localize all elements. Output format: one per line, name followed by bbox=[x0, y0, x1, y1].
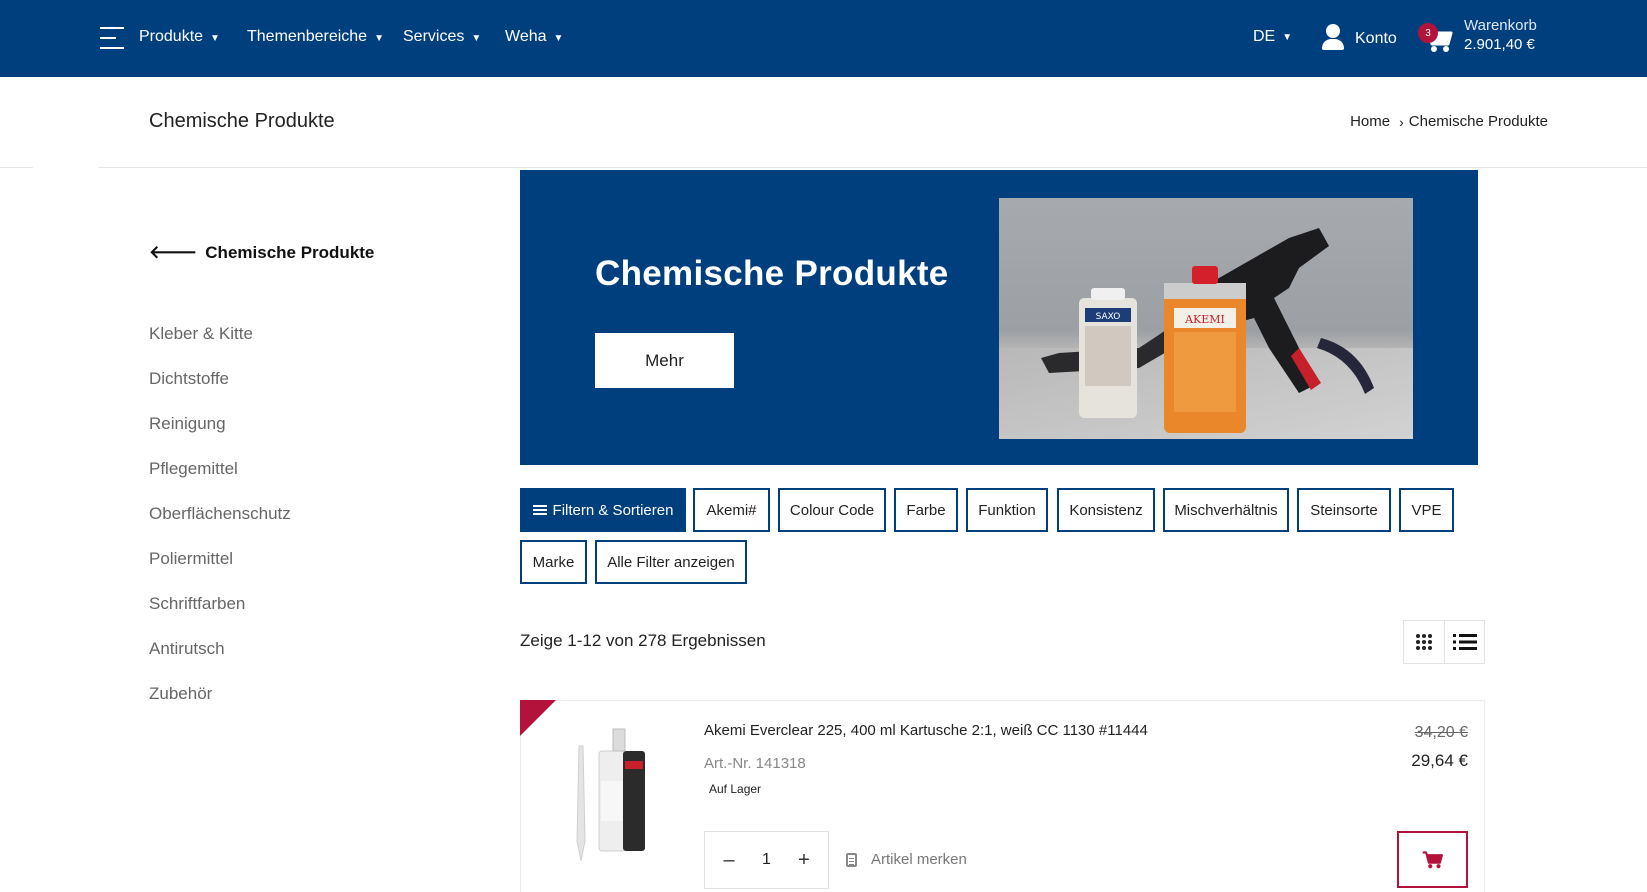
nav-item-label: Themenbereiche bbox=[247, 28, 368, 45]
list-icon bbox=[1452, 634, 1477, 650]
page-header: Chemische Produkte Home › Chemische Prod… bbox=[0, 77, 1647, 168]
sidebar-item-oberflaechenschutz[interactable]: Oberflächenschutz bbox=[149, 501, 291, 546]
breadcrumb-home-link[interactable]: Home bbox=[1350, 113, 1390, 130]
quantity-increase-button[interactable]: + bbox=[789, 849, 819, 872]
chevron-down-icon: ▼ bbox=[471, 32, 482, 44]
akemi-can-label: AKEMI bbox=[1184, 313, 1225, 326]
sidebar-item-schriftfarben[interactable]: Schriftfarben bbox=[149, 591, 291, 636]
article-number: Art.-Nr. 141318 bbox=[704, 755, 806, 772]
bookmark-label: Artikel merken bbox=[871, 851, 967, 868]
add-to-cart-button[interactable] bbox=[1397, 831, 1468, 888]
sale-corner-ribbon bbox=[520, 700, 556, 736]
filter-mischverhaeltnis[interactable]: Mischverhältnis bbox=[1163, 488, 1289, 532]
sidebar-item-antirutsch[interactable]: Antirutsch bbox=[149, 636, 291, 681]
nav-item-services[interactable]: Services ▼ bbox=[403, 28, 481, 46]
nav-item-produkte[interactable]: Produkte ▼ bbox=[139, 28, 220, 46]
filter-steinsorte[interactable]: Steinsorte bbox=[1297, 488, 1391, 532]
nav-item-label: Services bbox=[403, 28, 465, 45]
filter-farbe[interactable]: Farbe bbox=[894, 488, 958, 532]
arrow-left-icon: 🡐 bbox=[149, 242, 198, 262]
chevron-down-icon: ▼ bbox=[1282, 31, 1293, 43]
cart-count-badge: 3 bbox=[1418, 23, 1438, 43]
filter-colour-code[interactable]: Colour Code bbox=[778, 488, 886, 532]
old-price: 34,20 € bbox=[1414, 724, 1468, 741]
stock-status: Auf Lager bbox=[709, 782, 762, 796]
quantity-stepper: – 1 + bbox=[704, 831, 829, 889]
sidebar-back-link[interactable]: 🡐 Chemische Produkte bbox=[149, 242, 374, 263]
cart-label: Warenkorb bbox=[1464, 17, 1537, 34]
grid-view-button[interactable] bbox=[1404, 621, 1444, 663]
hamburger-menu-icon[interactable] bbox=[100, 27, 124, 49]
sidebar-item-reinigung[interactable]: Reinigung bbox=[149, 411, 291, 456]
filter-akemi[interactable]: Akemi# bbox=[693, 488, 770, 532]
top-navigation-bar: Produkte ▼ Themenbereiche ▼ Services ▼ W… bbox=[0, 0, 1647, 77]
product-image[interactable] bbox=[561, 721, 661, 862]
grid-icon bbox=[1416, 634, 1432, 650]
sliders-icon bbox=[532, 504, 547, 516]
clipboard-icon bbox=[846, 852, 857, 867]
user-icon bbox=[1320, 22, 1346, 52]
bookmark-article-button[interactable]: Artikel merken bbox=[846, 851, 967, 868]
nav-item-label: Weha bbox=[505, 28, 547, 45]
shopping-cart-icon: 3 bbox=[1418, 23, 1454, 56]
filter-funktion[interactable]: Funktion bbox=[966, 488, 1048, 532]
show-all-filters-button[interactable]: Alle Filter anzeigen bbox=[595, 540, 747, 584]
filter-sort-label: Filtern & Sortieren bbox=[552, 501, 674, 519]
sidebar-item-poliermittel[interactable]: Poliermittel bbox=[149, 546, 291, 591]
account-label: Konto bbox=[1355, 30, 1397, 47]
breadcrumb-separator: › bbox=[1399, 113, 1404, 130]
chevron-down-icon: ▼ bbox=[553, 32, 564, 44]
breadcrumb: Home › Chemische Produkte bbox=[1350, 113, 1548, 130]
banner-more-button[interactable]: Mehr bbox=[595, 333, 734, 388]
filter-sort-button[interactable]: Filtern & Sortieren bbox=[520, 488, 686, 532]
chevron-down-icon: ▼ bbox=[374, 32, 384, 44]
page-title: Chemische Produkte bbox=[149, 110, 335, 132]
divider-gap bbox=[33, 166, 98, 170]
nav-item-themenbereiche[interactable]: Themenbereiche ▼ bbox=[247, 28, 384, 46]
nav-item-label: Produkte bbox=[139, 28, 204, 45]
cart-link[interactable]: 3 Warenkorb 2.901,40 € bbox=[1418, 16, 1537, 56]
view-toggle bbox=[1403, 620, 1485, 664]
quantity-decrease-button[interactable]: – bbox=[714, 849, 744, 872]
cart-total: 2.901,40 € bbox=[1464, 36, 1535, 53]
sidebar-back-label: Chemische Produkte bbox=[205, 242, 375, 262]
product-card: Akemi Everclear 225, 400 ml Kartusche 2:… bbox=[520, 700, 1485, 892]
language-label: DE bbox=[1253, 28, 1276, 45]
sidebar-category-list: Kleber & Kitte Dichtstoffe Reinigung Pfl… bbox=[149, 321, 291, 726]
breadcrumb-current: Chemische Produkte bbox=[1408, 113, 1548, 130]
language-selector[interactable]: DE ▼ bbox=[1253, 28, 1292, 46]
quantity-value[interactable]: 1 bbox=[762, 851, 771, 869]
sidebar-item-kleber-kitte[interactable]: Kleber & Kitte bbox=[149, 321, 291, 366]
account-link[interactable]: Konto bbox=[1320, 22, 1397, 52]
filter-vpe[interactable]: VPE bbox=[1399, 488, 1454, 532]
banner-title: Chemische Produkte bbox=[595, 254, 949, 293]
nav-item-weha[interactable]: Weha ▼ bbox=[505, 28, 563, 46]
category-banner: Chemische Produkte Mehr SAXO AKEMI bbox=[520, 170, 1478, 465]
banner-product-photo: SAXO AKEMI bbox=[999, 198, 1413, 439]
saxo-can-label: SAXO bbox=[1096, 312, 1121, 322]
sidebar-item-dichtstoffe[interactable]: Dichtstoffe bbox=[149, 366, 291, 411]
list-view-button[interactable] bbox=[1444, 621, 1484, 663]
sidebar-item-zubehoer[interactable]: Zubehör bbox=[149, 681, 291, 726]
chevron-down-icon: ▼ bbox=[210, 32, 220, 44]
filter-konsistenz[interactable]: Konsistenz bbox=[1057, 488, 1155, 532]
filter-marke[interactable]: Marke bbox=[520, 540, 587, 584]
product-name-link[interactable]: Akemi Everclear 225, 400 ml Kartusche 2:… bbox=[704, 722, 1148, 739]
results-summary: Zeige 1-12 von 278 Ergebnissen bbox=[520, 631, 766, 650]
sidebar-item-pflegemittel[interactable]: Pflegemittel bbox=[149, 456, 291, 501]
current-price: 29,64 € bbox=[1411, 751, 1468, 770]
shopping-cart-icon bbox=[1422, 850, 1443, 868]
